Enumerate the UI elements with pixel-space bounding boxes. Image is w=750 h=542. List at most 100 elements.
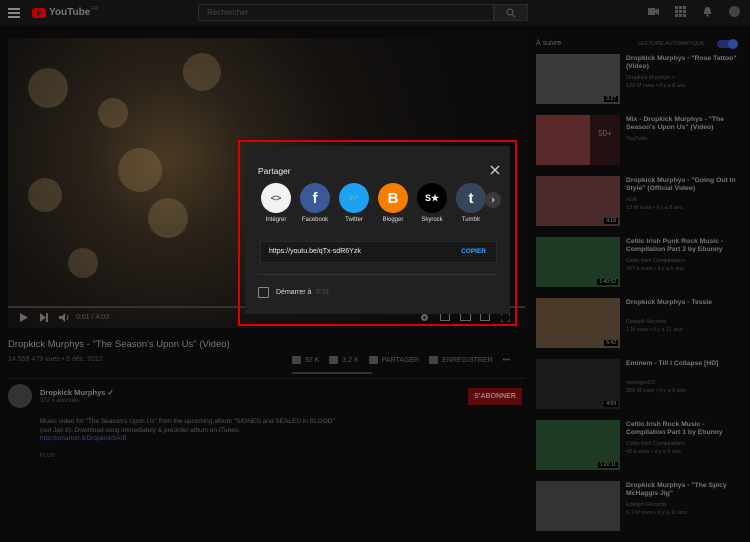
video-thumbnail[interactable]: 3:27 [536, 54, 620, 104]
video-thumbnail[interactable]: 4:59 [536, 359, 620, 409]
video-thumbnail[interactable]: 1:20:11 [536, 420, 620, 470]
up-next-title[interactable]: Dropkick Murphys - "Going Out In Style" … [626, 177, 744, 193]
up-next-title[interactable]: Mix - Dropkick Murphys - "The Season's U… [626, 116, 744, 132]
video-views: 14 559 479 vues • 5 déc. 2012 [8, 356, 103, 363]
apps-icon[interactable] [675, 6, 686, 17]
thumbs-up-icon [292, 356, 301, 364]
subscriber-count: 372 k abonnés [40, 398, 80, 404]
dislike-button[interactable]: 3,2 K [329, 356, 359, 364]
start-at-checkbox[interactable] [258, 287, 269, 298]
up-next-views: 1 M vues • il y a 11 ans [626, 327, 683, 333]
bokeh-light [118, 148, 162, 192]
video-thumbnail[interactable]: 50+ [536, 115, 620, 165]
show-more-button[interactable]: PLUS [40, 453, 54, 459]
up-next-item[interactable]: 50+ Mix - Dropkick Murphys - "The Season'… [536, 115, 746, 168]
more-actions-button[interactable]: ••• [503, 357, 510, 364]
video-thumbnail[interactable]: 5:42 [536, 298, 620, 348]
play-icon[interactable] [20, 313, 28, 322]
up-next-title[interactable]: Dropkick Murphys - "Rose Tattoo" (Video) [626, 55, 744, 71]
close-icon[interactable] [489, 164, 501, 176]
up-next-title[interactable]: Celtic Irish Rock Music - Compilation Pa… [626, 421, 744, 437]
share-url-field[interactable]: https://youtu.be/qTx-sdR6Yzk COPIER [260, 241, 497, 263]
blogger-icon: B [378, 183, 408, 213]
up-next-item[interactable]: 4:59 Eminem - Till I Collapse [HD] marioge… [536, 359, 746, 412]
up-next-item[interactable]: 5:42 Dropkick Murphys - Tessie Epitaph Rec… [536, 298, 746, 351]
bokeh-light [68, 248, 98, 278]
notifications-icon[interactable] [702, 6, 713, 17]
autoplay-label: LECTURE AUTOMATIQUE [638, 41, 705, 47]
start-at-time[interactable]: 0:01 [316, 289, 330, 296]
next-icon[interactable] [40, 313, 48, 322]
save-label: ENREGISTRER [442, 356, 493, 364]
share-next-button[interactable] [485, 192, 501, 208]
up-next-views: 250 M vues • il y a 6 ans [626, 388, 686, 394]
share-dialog: Partager <> Intégrer f Facebook 🐦 Twitter B Blo… [245, 146, 510, 314]
video-title: Dropkick Murphys - "The Season's Upon Us… [8, 339, 230, 350]
channel-name[interactable]: Dropkick Murphys ✓ [40, 388, 114, 397]
like-ratio-bar [292, 372, 372, 374]
share-options: <> Intégrer f Facebook 🐦 Twitter B Blogger S★ Sky… [260, 183, 510, 229]
create-video-icon[interactable] [648, 6, 659, 17]
youtube-logo-icon [32, 7, 46, 18]
up-next-channel: Dropkick Murphys ✓ [626, 75, 677, 81]
up-next-views: 13 M vues • il y a 8 ans [626, 205, 683, 211]
subscribe-button[interactable]: S'ABONNER [468, 388, 522, 405]
tumblr-icon: t [456, 183, 486, 213]
up-next-title[interactable]: Dropkick Murphys - "The Spicy McHaggis J… [626, 482, 744, 498]
description-link[interactable]: http://smarturl.it/DropkickSAIB [40, 435, 127, 442]
up-next-item[interactable]: 4:18 Dropkick Murphys - "Going Out In Sty… [536, 176, 746, 229]
youtube-logo[interactable]: YouTube FR [32, 5, 98, 18]
up-next-channel: nGK [626, 197, 638, 203]
channel-avatar[interactable] [8, 384, 32, 408]
facebook-icon: f [300, 183, 330, 213]
bokeh-light [98, 98, 128, 128]
video-duration: 5:42 [604, 340, 618, 346]
share-intégrer-button[interactable]: <> Intégrer [260, 183, 292, 223]
more-icon: ••• [502, 356, 511, 364]
like-button[interactable]: 92 K [292, 356, 319, 364]
share-label: Facebook [301, 217, 329, 223]
share-label: Tumblr [461, 217, 481, 223]
like-count: 92 K [305, 356, 320, 364]
autoplay-toggle[interactable] [717, 39, 738, 49]
up-next-channel: Epitaph Records [626, 502, 667, 508]
share-facebook-button[interactable]: f Facebook [299, 183, 331, 223]
up-next-item[interactable]: 1:40:52 Celtic Irish Punk Rock Music - Co… [536, 237, 746, 290]
up-next-item[interactable]: 1:20:11 Celtic Irish Rock Music - Compila… [536, 420, 746, 473]
video-thumbnail[interactable]: 4:18 [536, 176, 620, 226]
video-duration: 3:27 [604, 96, 618, 102]
up-next-title[interactable]: Dropkick Murphys - Tessie [626, 299, 744, 307]
search-input[interactable]: Rechercher [198, 4, 494, 21]
video-thumbnail[interactable] [536, 481, 620, 531]
share-label: Skyrock [421, 217, 443, 223]
copy-button[interactable]: COPIER [461, 248, 486, 255]
volume-icon[interactable] [59, 313, 70, 322]
embed-icon: <> [261, 183, 291, 213]
up-next-channel: Celtic Irish Compilations [626, 258, 685, 264]
share-blogger-button[interactable]: B Blogger [377, 183, 409, 223]
share-button[interactable]: PARTAGER [368, 356, 420, 364]
up-next-item[interactable]: Dropkick Murphys - "The Spicy McHaggis J… [536, 481, 746, 534]
share-skyrock-button[interactable]: S★ Skyrock [416, 183, 448, 223]
avatar-icon[interactable] [729, 6, 740, 17]
skyrock-icon: S★ [417, 183, 447, 213]
logo-text: YouTube [49, 7, 91, 18]
up-next-channel: YouTube [626, 136, 648, 142]
save-button[interactable]: ENREGISTRER [429, 356, 493, 364]
logo-country: FR [91, 5, 98, 12]
thumbs-down-icon [329, 356, 339, 364]
top-icons [648, 6, 740, 17]
up-next-title[interactable]: Celtic Irish Punk Rock Music - Compilati… [626, 238, 744, 254]
menu-icon[interactable] [8, 8, 20, 18]
share-label: Intégrer [265, 217, 287, 223]
up-next-title[interactable]: Eminem - Till I Collapse [HD] [626, 360, 744, 368]
video-duration: 1:20:11 [597, 462, 618, 468]
search-button[interactable] [494, 4, 528, 21]
video-thumbnail[interactable]: 1:40:52 [536, 237, 620, 287]
share-twitter-button[interactable]: 🐦 Twitter [338, 183, 370, 223]
up-next-item[interactable]: 3:27 Dropkick Murphys - "Rose Tattoo" (Vi… [536, 54, 746, 107]
share-label: PARTAGER [381, 356, 420, 364]
share-dialog-title: Partager [258, 166, 291, 176]
share-label: Twitter [345, 217, 363, 223]
share-tumblr-button[interactable]: t Tumblr [455, 183, 487, 223]
